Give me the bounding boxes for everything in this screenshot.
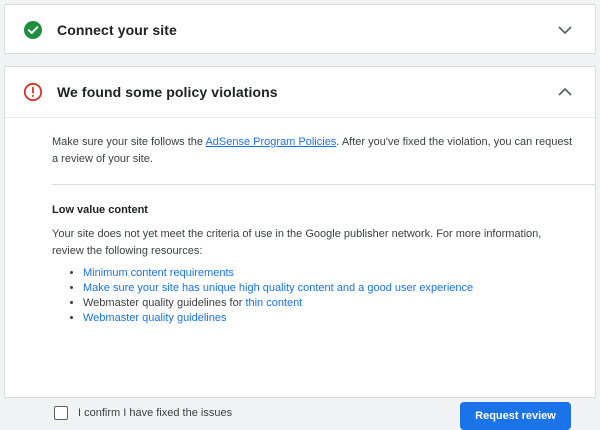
error-circle-icon xyxy=(23,82,43,102)
policy-violations-body: Make sure your site follows the AdSense … xyxy=(5,117,595,430)
issue-title: Low value content xyxy=(52,204,148,216)
policy-violations-title: We found some policy violations xyxy=(57,84,278,100)
unique-quality-content-link[interactable]: Make sure your site has unique high qual… xyxy=(83,282,473,294)
list-item: Webmaster quality guidelines xyxy=(83,311,473,326)
connect-site-header[interactable]: Connect your site xyxy=(5,5,595,55)
resources-list: Minimum content requirements Make sure y… xyxy=(69,266,473,326)
chevron-up-icon[interactable] xyxy=(555,82,575,102)
connect-site-card: Connect your site xyxy=(4,4,596,54)
policy-violations-card: We found some policy violations Make sur… xyxy=(4,66,596,430)
check-circle-icon xyxy=(24,21,42,39)
webmaster-guidelines-link[interactable]: Webmaster quality guidelines xyxy=(83,312,226,324)
list-item: Webmaster quality guidelines for thin co… xyxy=(83,296,473,311)
intro-text: Make sure your site follows the AdSense … xyxy=(52,136,572,165)
connect-site-title: Connect your site xyxy=(57,22,177,38)
chevron-down-icon[interactable] xyxy=(555,20,575,40)
policy-violations-header[interactable]: We found some policy violations xyxy=(5,67,595,117)
confirm-fixed-row[interactable]: I confirm I have fixed the issues xyxy=(54,406,232,420)
list-item: Make sure your site has unique high qual… xyxy=(83,281,473,296)
request-review-button[interactable]: Request review xyxy=(460,402,571,430)
confirm-checkbox[interactable] xyxy=(54,406,68,420)
list-item: Minimum content requirements xyxy=(83,266,473,281)
confirm-label: I confirm I have fixed the issues xyxy=(78,407,233,419)
issue-description: Your site does not yet meet the criteria… xyxy=(52,228,542,257)
thin-content-link[interactable]: thin content xyxy=(245,297,302,309)
minimum-content-requirements-link[interactable]: Minimum content requirements xyxy=(83,267,234,279)
adsense-policies-link[interactable]: AdSense Program Policies xyxy=(205,136,336,148)
section-divider xyxy=(52,184,595,185)
